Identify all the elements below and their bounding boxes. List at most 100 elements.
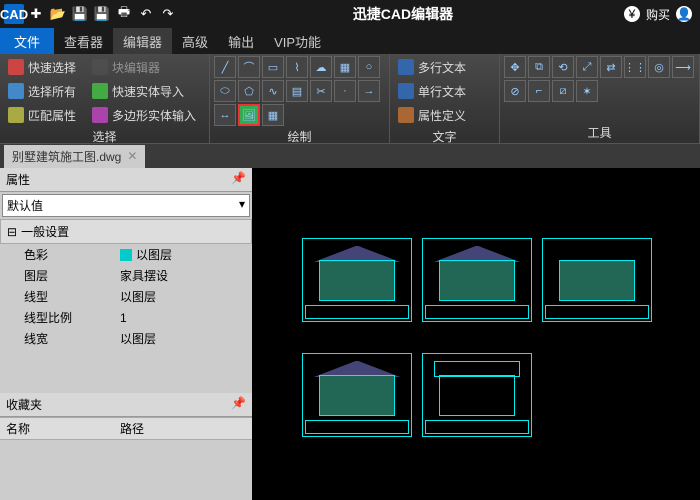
favorites-title: 收藏夹: [6, 396, 42, 413]
rotate-tool[interactable]: ⟲: [552, 56, 574, 78]
pin-icon-2[interactable]: 📌: [231, 396, 246, 413]
prop-key: 线型: [0, 288, 120, 305]
chevron-down-icon: ▾: [239, 197, 245, 214]
select-all-button[interactable]: 选择所有: [4, 80, 80, 102]
prop-value: 以图层: [120, 288, 252, 305]
user-icon[interactable]: 👤: [676, 6, 692, 22]
print-icon[interactable]: 🖶: [114, 4, 134, 24]
tab-vip[interactable]: VIP功能: [264, 28, 331, 54]
ellipse-tool[interactable]: ⬭: [214, 80, 236, 102]
xline-tool[interactable]: ↔: [214, 104, 236, 126]
break-tool[interactable]: ⊘: [504, 80, 526, 102]
line-tool[interactable]: ╱: [214, 56, 236, 78]
open-icon[interactable]: 📂: [48, 4, 68, 24]
drawing-view: [422, 238, 532, 322]
scale-tool[interactable]: ⤢: [576, 56, 598, 78]
color-swatch: [120, 249, 132, 261]
document-tab[interactable]: 别墅建筑施工图.dwg ✕: [4, 145, 145, 168]
props-title: 属性: [6, 171, 30, 188]
panel-label-tools: 工具: [504, 122, 695, 143]
panel-label-text: 文字: [394, 126, 495, 147]
extend-tool[interactable]: ⟶: [672, 56, 694, 78]
quick-select-button[interactable]: 快速选择: [4, 56, 80, 78]
match-props-button[interactable]: 匹配属性: [4, 104, 80, 126]
new-icon[interactable]: ✚: [26, 4, 46, 24]
quick-import-button[interactable]: 快速实体导入: [88, 80, 188, 102]
prop-key: 图层: [0, 267, 120, 284]
app-title: 迅捷CAD编辑器: [182, 4, 624, 24]
prop-value: 以图层: [120, 246, 252, 263]
file-menu[interactable]: 文件: [0, 28, 54, 54]
prop-key: 线宽: [0, 330, 120, 347]
drawing-canvas[interactable]: [252, 168, 700, 500]
fillet-tool[interactable]: ⌐: [528, 80, 550, 102]
tab-editor[interactable]: 编辑器: [113, 28, 172, 54]
attrdef-button[interactable]: 属性定义: [394, 104, 470, 126]
drawing-view: [422, 353, 532, 437]
move-tool[interactable]: ✥: [504, 56, 526, 78]
array-tool[interactable]: ⋮⋮: [624, 56, 646, 78]
polygon-input-button[interactable]: 多边形实体输入: [88, 104, 200, 126]
block-editor-button: 块编辑器: [88, 56, 164, 78]
save-icon[interactable]: 💾: [70, 4, 90, 24]
col-name: 名称: [0, 420, 120, 437]
block-editor-icon: [92, 59, 108, 75]
pin-icon[interactable]: 📌: [231, 171, 246, 188]
mirror-tool[interactable]: ⇄: [600, 56, 622, 78]
panel-label-draw: 绘制: [214, 126, 385, 147]
redo-icon[interactable]: ↷: [158, 4, 178, 24]
rect-tool[interactable]: ▭: [262, 56, 284, 78]
tab-output[interactable]: 输出: [218, 28, 264, 54]
polyline-tool[interactable]: ⌇: [286, 56, 308, 78]
prop-row[interactable]: 线型以图层: [0, 286, 252, 307]
currency-icon[interactable]: ¥: [624, 6, 640, 22]
mtext-icon: [398, 59, 414, 75]
prop-row[interactable]: 线型比例1: [0, 307, 252, 328]
prop-key: 色彩: [0, 246, 120, 263]
chamfer-tool[interactable]: ⧄: [552, 80, 574, 102]
prop-value: 以图层: [120, 330, 252, 347]
image-insert-tool[interactable]: 🖼: [238, 104, 260, 126]
mtext-button[interactable]: 多行文本: [394, 56, 470, 78]
general-section[interactable]: ⊟一般设置: [0, 219, 252, 244]
polygon-icon: [92, 107, 108, 123]
quick-select-icon: [8, 59, 24, 75]
col-path: 路径: [120, 420, 252, 437]
table-tool[interactable]: ▦: [262, 104, 284, 126]
prop-row[interactable]: 线宽以图层: [0, 328, 252, 349]
region-tool[interactable]: ▤: [286, 80, 308, 102]
match-icon: [8, 107, 24, 123]
close-tab-icon[interactable]: ✕: [127, 149, 137, 163]
explode-tool[interactable]: ✶: [576, 80, 598, 102]
app-logo: CAD: [4, 4, 24, 24]
select-all-icon: [8, 83, 24, 99]
trim-tool[interactable]: ✂: [310, 80, 332, 102]
drawing-view: [542, 238, 652, 322]
ray-tool[interactable]: →: [358, 80, 380, 102]
text-button[interactable]: 单行文本: [394, 80, 470, 102]
saveas-icon[interactable]: 💾: [92, 4, 112, 24]
document-name: 别墅建筑施工图.dwg: [12, 148, 121, 165]
arc-tool[interactable]: ⌒: [238, 56, 260, 78]
polygon-tool[interactable]: ⬠: [238, 80, 260, 102]
tab-advanced[interactable]: 高级: [172, 28, 218, 54]
buy-link[interactable]: 购买: [646, 6, 670, 23]
import-icon: [92, 83, 108, 99]
attrdef-icon: [398, 107, 414, 123]
spline-tool[interactable]: ∿: [262, 80, 284, 102]
tab-viewer[interactable]: 查看器: [54, 28, 113, 54]
cloud-tool[interactable]: ☁: [310, 56, 332, 78]
prop-row[interactable]: 图层家具摆设: [0, 265, 252, 286]
offset-tool[interactable]: ◎: [648, 56, 670, 78]
prop-row[interactable]: 色彩以图层: [0, 244, 252, 265]
prop-value: 家具摆设: [120, 267, 252, 284]
hatch-tool[interactable]: ▦: [334, 56, 356, 78]
point-tool[interactable]: ·: [334, 80, 356, 102]
circle-tool[interactable]: ○: [358, 56, 380, 78]
drawing-view: [302, 238, 412, 322]
default-combo[interactable]: 默认值▾: [2, 194, 250, 217]
copy-tool[interactable]: ⧉: [528, 56, 550, 78]
undo-icon[interactable]: ↶: [136, 4, 156, 24]
text-icon: [398, 83, 414, 99]
drawing-view: [302, 353, 412, 437]
